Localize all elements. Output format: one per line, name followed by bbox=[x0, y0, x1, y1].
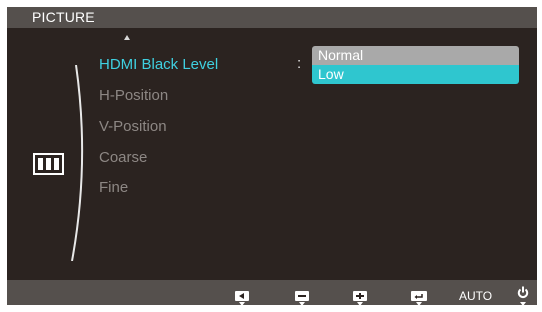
scroll-up-icon[interactable] bbox=[124, 35, 130, 40]
button-guide-bar: AUTO bbox=[7, 280, 537, 306]
menu-arc-decoration bbox=[71, 65, 84, 261]
menu-item-coarse[interactable]: Coarse bbox=[99, 149, 147, 166]
page-title: PICTURE bbox=[32, 9, 95, 25]
hdmi-black-level-dropdown[interactable]: Normal Low bbox=[312, 46, 519, 84]
picture-menu-icon[interactable] bbox=[33, 153, 64, 175]
option-low[interactable]: Low bbox=[312, 65, 519, 84]
down-arrow-icon bbox=[239, 302, 245, 306]
left-arrow-button[interactable] bbox=[235, 288, 249, 306]
osd-panel: PICTURE HDMI Black Level H-Position V-Po… bbox=[7, 7, 537, 306]
option-normal[interactable]: Normal bbox=[312, 46, 519, 65]
enter-button[interactable] bbox=[411, 288, 427, 306]
menu-item-fine[interactable]: Fine bbox=[99, 179, 128, 196]
power-button[interactable] bbox=[517, 286, 529, 306]
left-arrow-icon bbox=[235, 291, 249, 301]
menu-item-hdmi-black-level[interactable]: HDMI Black Level bbox=[99, 56, 218, 73]
menu-item-v-position[interactable]: V-Position bbox=[99, 118, 167, 135]
down-arrow-icon bbox=[416, 302, 422, 306]
power-icon bbox=[517, 286, 529, 298]
menu-item-h-position[interactable]: H-Position bbox=[99, 87, 168, 104]
enter-icon bbox=[411, 291, 427, 301]
auto-button[interactable]: AUTO bbox=[459, 289, 492, 303]
plus-button[interactable] bbox=[353, 288, 367, 306]
value-separator: : bbox=[297, 55, 302, 72]
minus-icon bbox=[295, 291, 309, 301]
down-arrow-icon bbox=[520, 302, 526, 306]
title-bar: PICTURE bbox=[7, 7, 537, 28]
down-arrow-icon bbox=[299, 302, 305, 306]
down-arrow-icon bbox=[357, 302, 363, 306]
minus-button[interactable] bbox=[295, 288, 309, 306]
plus-icon bbox=[353, 291, 367, 301]
